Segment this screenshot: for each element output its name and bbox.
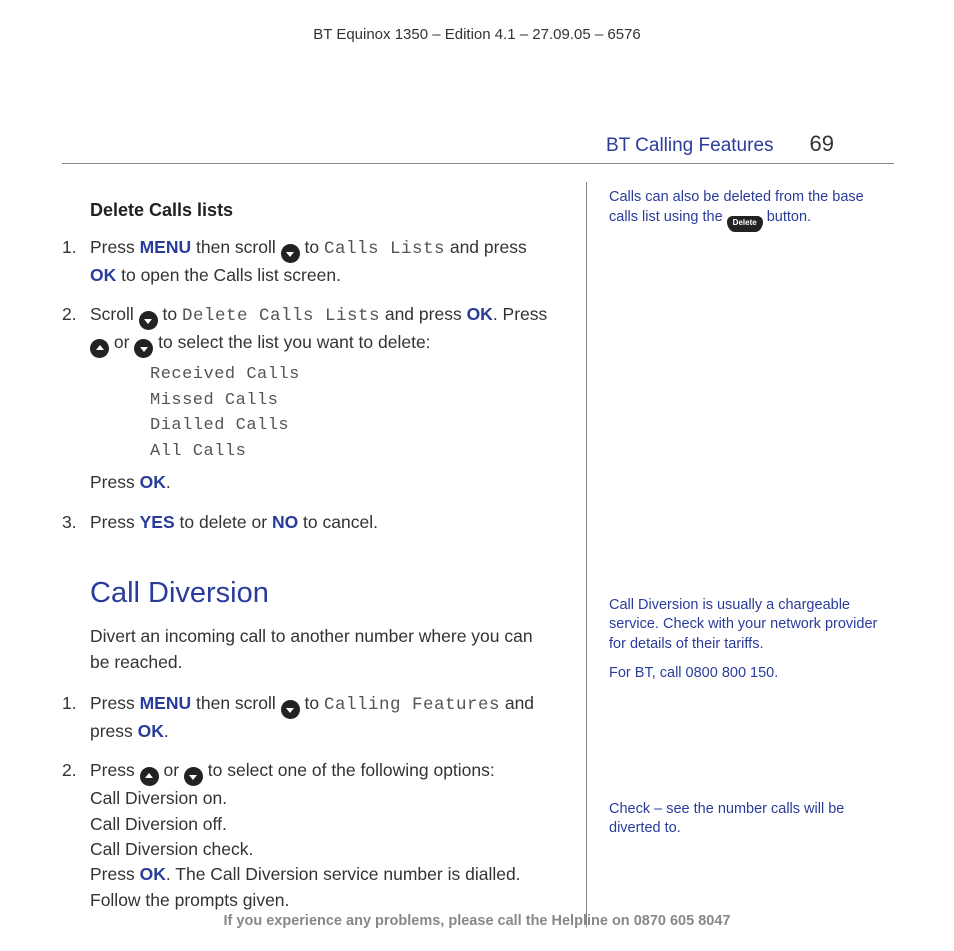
text: . [166, 472, 171, 492]
page-number: 69 [810, 131, 834, 157]
text: . Press [493, 304, 547, 324]
text: to [300, 693, 324, 713]
text: Press [90, 237, 140, 257]
text: Press [90, 760, 140, 780]
delete-button-icon: Delete [727, 216, 763, 232]
scroll-down-icon [281, 244, 300, 263]
menu-button-label: MENU [140, 237, 192, 257]
side-note-delete: Calls can also be deleted from the base … [609, 188, 894, 232]
lcd-text: Delete Calls Lists [182, 306, 380, 326]
text: Press [90, 512, 140, 532]
scroll-down-icon [281, 700, 300, 719]
text: Press [90, 693, 140, 713]
text: to select one of the following options: [203, 760, 495, 780]
diversion-intro: Divert an incoming call to another numbe… [90, 624, 556, 675]
step-1: Press MENU then scroll to Calls Lists an… [62, 235, 556, 288]
option: Missed Calls [150, 388, 556, 414]
ok-button-label: OK [140, 472, 166, 492]
section-header: BT Calling Features 69 [62, 131, 894, 164]
text: to delete or [175, 512, 272, 532]
text: button. [767, 209, 811, 225]
diversion-option: Call Diversion check. [90, 837, 556, 862]
footer-helpline: If you experience any problems, please c… [0, 913, 954, 929]
scroll-down-icon [139, 311, 158, 330]
menu-button-label: MENU [140, 693, 192, 713]
lcd-text: Calling Features [324, 695, 500, 715]
delete-calls-steps: Press MENU then scroll to Calls Lists an… [62, 235, 556, 535]
scroll-down-icon [184, 767, 203, 786]
text: Check – see the number calls will be div… [609, 800, 894, 839]
ok-button-label: OK [140, 864, 166, 884]
section-title: BT Calling Features [606, 135, 774, 157]
step-3: Press YES to delete or NO to cancel. [62, 510, 556, 535]
side-column: Calls can also be deleted from the base … [587, 182, 894, 927]
text: or [109, 332, 134, 352]
text: Scroll [90, 304, 139, 324]
ok-button-label: OK [138, 721, 164, 741]
diversion-steps: Press MENU then scroll to Calling Featur… [62, 691, 556, 913]
text: to [158, 304, 182, 324]
heading-delete-calls: Delete Calls lists [90, 200, 556, 221]
step-1: Press MENU then scroll to Calling Featur… [62, 691, 556, 744]
yes-button-label: YES [140, 512, 175, 532]
option: All Calls [150, 439, 556, 465]
option: Dialled Calls [150, 413, 556, 439]
side-note-diversion: Call Diversion is usually a chargeable s… [609, 596, 894, 684]
text: Press [90, 864, 140, 884]
text: and press [380, 304, 467, 324]
diversion-option: Call Diversion off. [90, 812, 556, 837]
text: to [300, 237, 324, 257]
step-2: Press or to select one of the following … [62, 758, 556, 913]
text: or [159, 760, 184, 780]
ok-button-label: OK [467, 304, 493, 324]
scroll-up-icon [90, 339, 109, 358]
side-note-check: Check – see the number calls will be div… [609, 800, 894, 839]
heading-call-diversion: Call Diversion [90, 577, 556, 610]
text: to select the list you want to delete: [153, 332, 430, 352]
call-list-options: Received Calls Missed Calls Dialled Call… [150, 362, 556, 464]
step-2: Scroll to Delete Calls Lists and press O… [62, 302, 556, 495]
option: Received Calls [150, 362, 556, 388]
text: to cancel. [298, 512, 378, 532]
ok-button-label: OK [90, 265, 116, 285]
text: Press [90, 472, 140, 492]
text: Call Diversion is usually a chargeable s… [609, 596, 894, 655]
main-column: Delete Calls lists Press MENU then scrol… [62, 182, 587, 927]
text: . [164, 721, 169, 741]
text: to open the Calls list screen. [116, 265, 341, 285]
text: If you experience any problems, please c… [224, 913, 634, 929]
document-header: BT Equinox 1350 – Edition 4.1 – 27.09.05… [0, 0, 954, 43]
text: and press [445, 237, 527, 257]
scroll-down-icon [134, 339, 153, 358]
diversion-option: Call Diversion on. [90, 786, 556, 811]
text: then scroll [191, 237, 280, 257]
lcd-text: Calls Lists [324, 239, 445, 259]
text: For BT, call 0800 800 150. [609, 664, 894, 684]
helpline-phone: 0870 605 8047 [634, 913, 731, 929]
no-button-label: NO [272, 512, 298, 532]
scroll-up-icon [140, 767, 159, 786]
text: then scroll [191, 693, 280, 713]
